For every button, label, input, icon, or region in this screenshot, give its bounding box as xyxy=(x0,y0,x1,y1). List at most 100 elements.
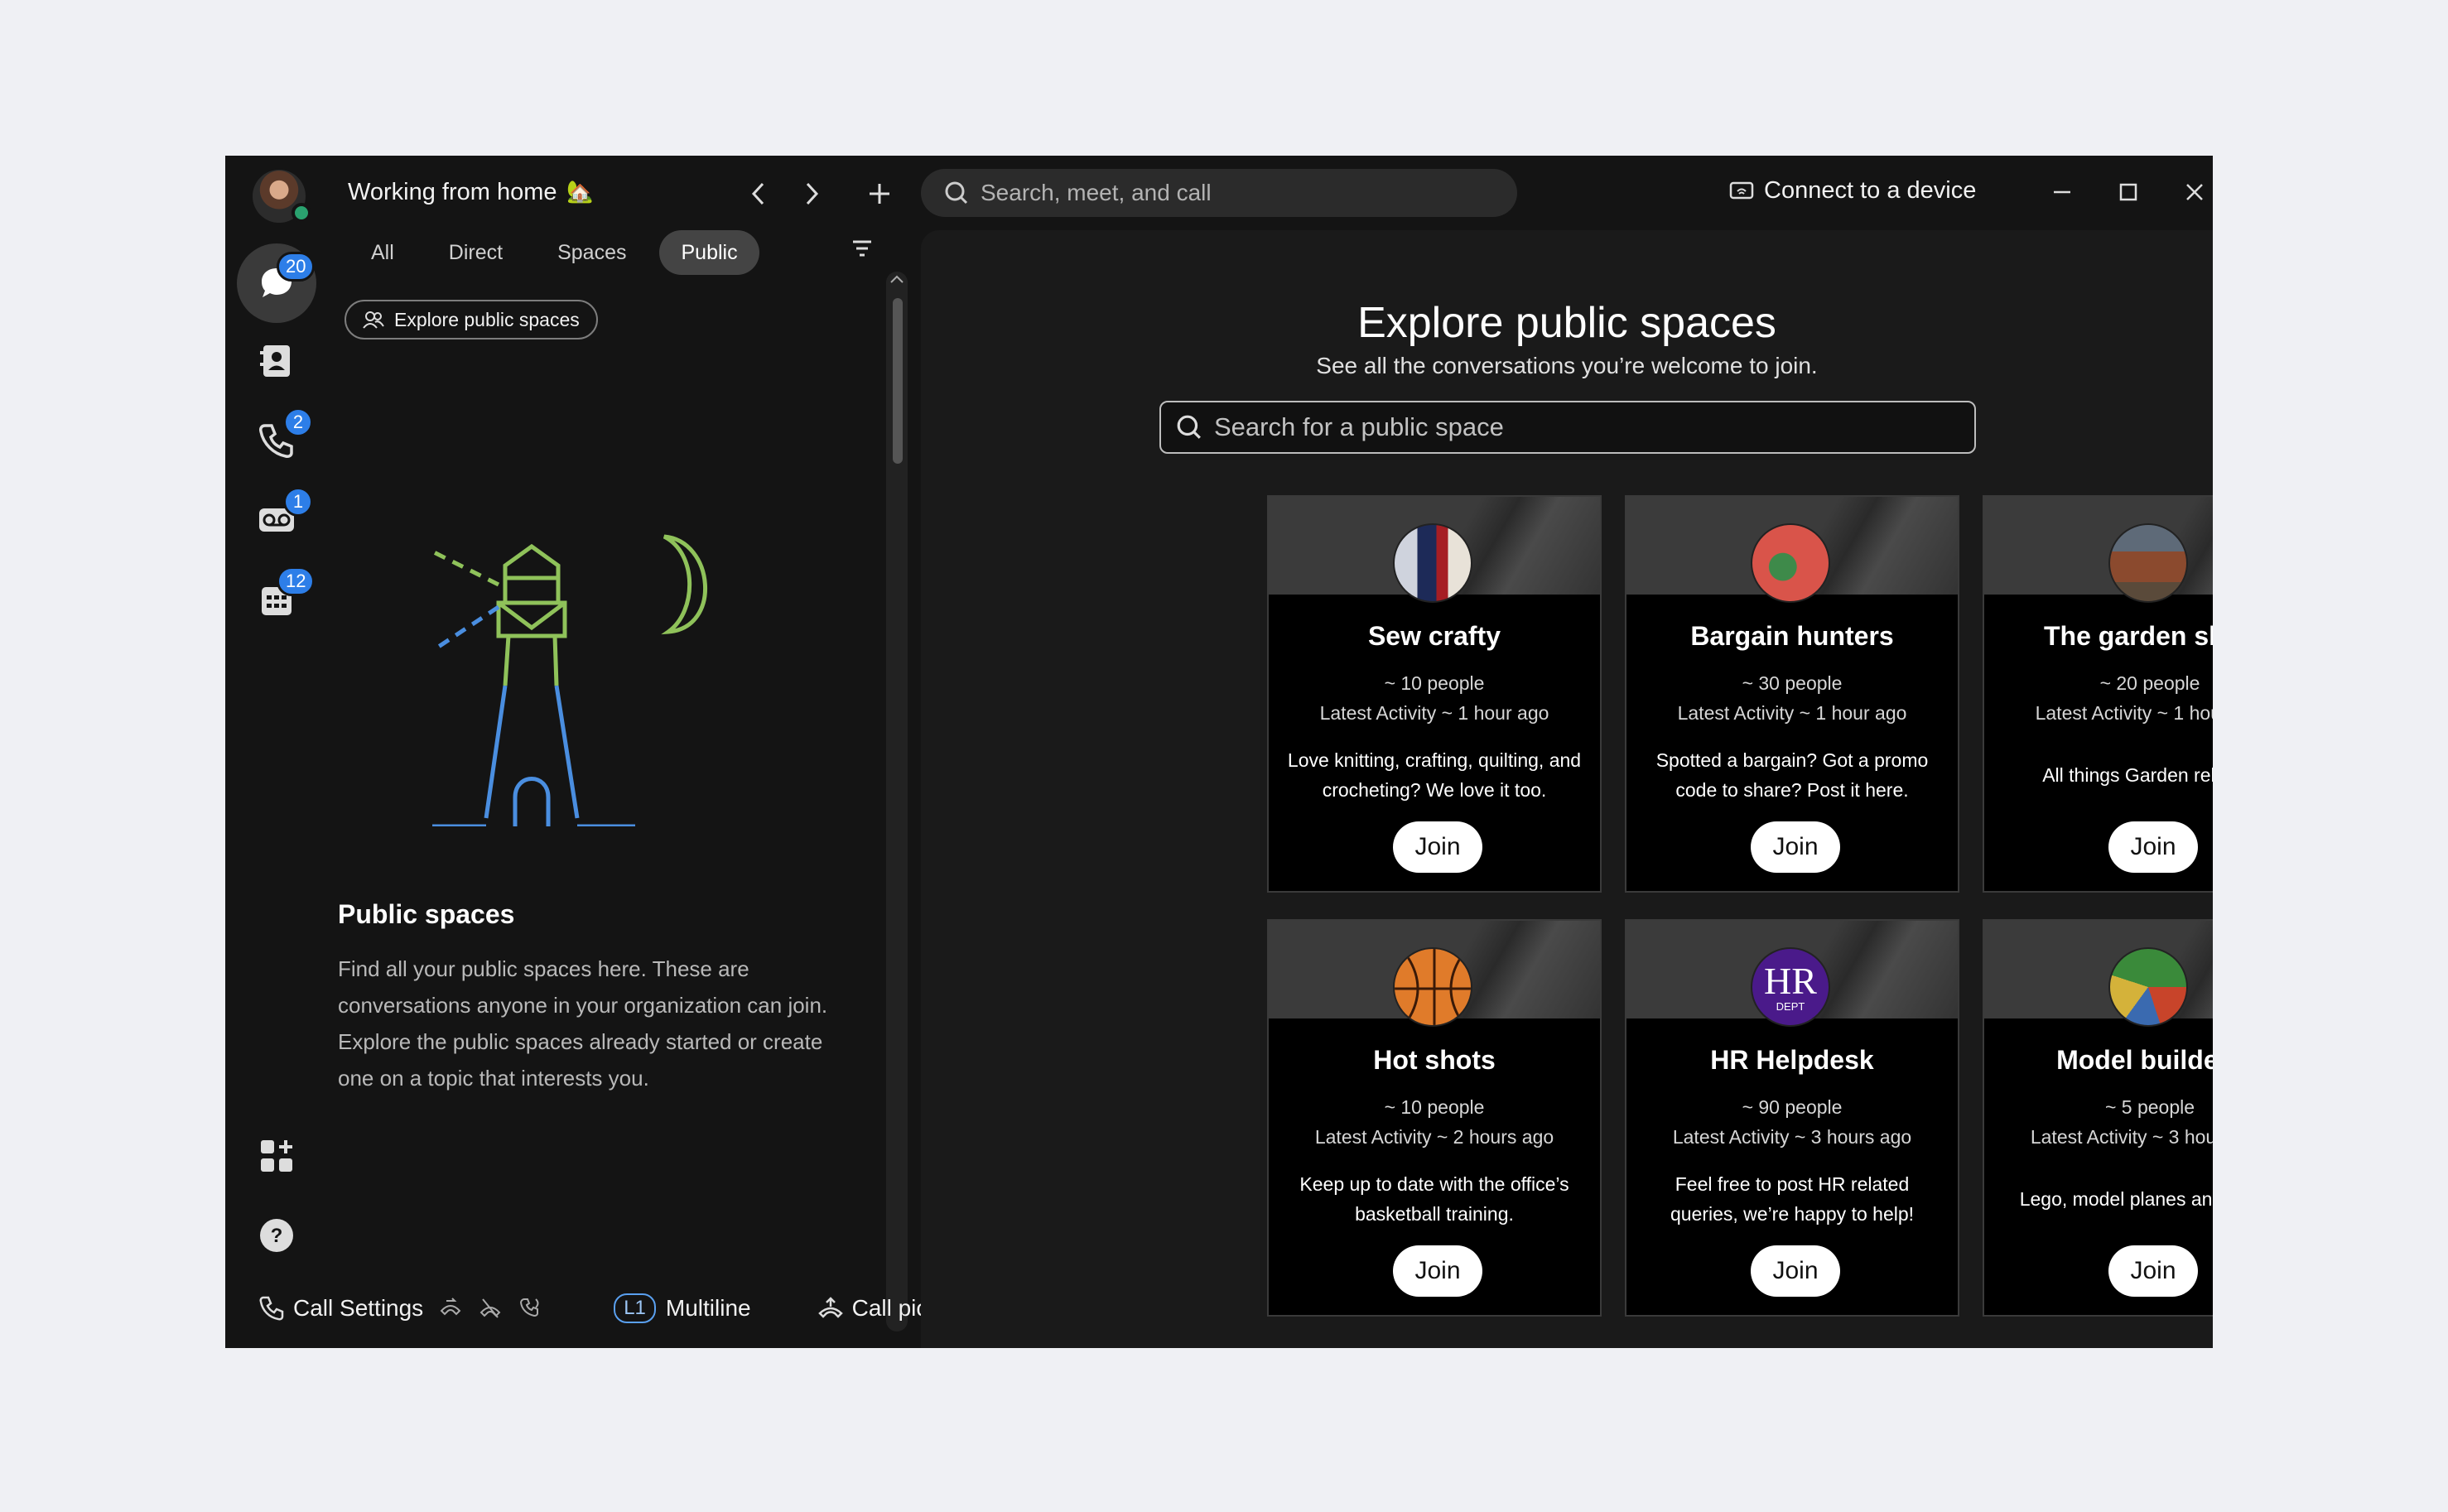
close-icon xyxy=(2186,184,2203,200)
messaging-badge: 20 xyxy=(277,252,316,282)
card-name: Bargain hunters xyxy=(1690,621,1894,651)
tab-direct[interactable]: Direct xyxy=(427,230,524,275)
card-description: All things Garden related, xyxy=(2042,764,2213,786)
back-button[interactable] xyxy=(740,176,777,212)
multiline-button[interactable]: L1 Multiline xyxy=(614,1293,751,1323)
space-card[interactable]: Sew crafty ~ 10 people Latest Activity ~… xyxy=(1267,495,1602,893)
close-button[interactable] xyxy=(2175,172,2213,212)
card-activity: Latest Activity ~ 1 hour ago xyxy=(1319,702,1549,724)
card-people: ~ 5 people xyxy=(2104,1096,2195,1118)
explore-subtitle: See all the conversations you’re welcome… xyxy=(1316,353,1818,378)
search-icon xyxy=(1177,415,1201,439)
rail-apps[interactable] xyxy=(237,1116,316,1196)
single-number-reach-icon[interactable] xyxy=(518,1296,542,1321)
sewing-avatar xyxy=(1393,523,1472,603)
list-scrollbar-thumb[interactable] xyxy=(893,298,903,464)
call-pickup-icon xyxy=(817,1297,843,1318)
join-button[interactable]: Join xyxy=(2108,821,2198,873)
call-settings-button[interactable]: Call Settings xyxy=(258,1295,423,1322)
space-card[interactable]: Model builders ~ 5 people Latest Activit… xyxy=(1983,919,2213,1317)
calling-badge: 2 xyxy=(283,407,313,437)
help-icon: ? xyxy=(260,1219,293,1252)
filter-tabs: All Direct Spaces Public xyxy=(349,230,759,275)
bottom-call-bar: Call Settings L1 Multiline Call pickup xyxy=(258,1293,966,1323)
card-description: Feel free to post HR related queries, we… xyxy=(1670,1173,1915,1225)
join-button[interactable]: Join xyxy=(2108,1245,2198,1297)
line-badge: L1 xyxy=(614,1293,656,1323)
filter-button[interactable] xyxy=(851,238,873,262)
space-card[interactable]: HR DEPT HR Helpdesk ~ 90 people Latest A… xyxy=(1625,919,1959,1317)
search-placeholder: Search, meet, and call xyxy=(981,180,1212,205)
public-space-search-placeholder: Search for a public space xyxy=(1214,412,1504,441)
rail-meetings[interactable]: 12 xyxy=(237,560,316,639)
rail-contacts[interactable] xyxy=(237,321,316,401)
card-description: Love knitting, crafting, quilting, and c… xyxy=(1287,749,1582,801)
join-button[interactable]: Join xyxy=(1393,821,1482,873)
join-button[interactable]: Join xyxy=(1751,821,1840,873)
minimize-button[interactable] xyxy=(2042,172,2082,212)
meetings-badge: 12 xyxy=(277,566,316,596)
card-description: Spotted a bargain? Got a promo code to s… xyxy=(1655,749,1929,801)
join-button[interactable]: Join xyxy=(1751,1245,1840,1297)
svg-text:?: ? xyxy=(271,1225,283,1247)
minimize-icon xyxy=(2054,190,2070,194)
basketball-avatar xyxy=(1393,947,1472,1027)
hr-avatar: HR DEPT xyxy=(1751,947,1830,1027)
chevron-left-icon xyxy=(751,182,764,205)
call-settings-label: Call Settings xyxy=(293,1295,424,1321)
explore-public-spaces-button[interactable]: Explore public spaces xyxy=(345,300,598,339)
people-icon xyxy=(363,311,384,329)
status-text[interactable]: Working from home xyxy=(348,179,557,206)
public-space-search-input[interactable]: Search for a public space xyxy=(1159,401,1976,454)
join-button[interactable]: Join xyxy=(1393,1245,1482,1297)
card-name: Sew crafty xyxy=(1367,621,1501,651)
card-people: ~ 30 people xyxy=(1742,672,1843,694)
do-not-disturb-icon[interactable] xyxy=(478,1296,503,1321)
rail-help[interactable]: ? xyxy=(237,1196,316,1275)
maximize-button[interactable] xyxy=(2108,172,2148,212)
garden-avatar xyxy=(2108,523,2188,603)
apps-icon xyxy=(261,1140,292,1172)
rail-voicemail[interactable]: 1 xyxy=(237,480,316,560)
hr-avatar-text: HR xyxy=(1764,959,1817,1002)
card-name: Model builders xyxy=(2056,1045,2213,1075)
space-card[interactable]: Bargain hunters ~ 30 people Latest Activ… xyxy=(1625,495,1959,893)
bargain-avatar xyxy=(1751,523,1830,603)
explore-title: Explore public spaces xyxy=(1357,299,1776,347)
tab-public[interactable]: Public xyxy=(659,230,759,275)
maximize-icon xyxy=(2119,183,2137,201)
tab-spaces[interactable]: Spaces xyxy=(536,230,648,275)
phone-settings-icon xyxy=(259,1296,284,1321)
global-search-input[interactable]: Search, meet, and call xyxy=(921,169,1517,217)
search-icon xyxy=(945,181,968,205)
forward-call-icon[interactable] xyxy=(438,1296,463,1321)
voicemail-badge: 1 xyxy=(283,487,313,517)
space-card[interactable]: Hot shots ~ 10 people Latest Activity ~ … xyxy=(1267,919,1602,1317)
lighthouse-illustration xyxy=(431,534,707,826)
space-card[interactable]: The garden shed ~ 20 people Latest Activ… xyxy=(1983,495,2213,893)
empty-state-title: Public spaces xyxy=(338,899,515,929)
scroll-up-icon[interactable] xyxy=(889,273,904,285)
card-people: ~ 10 people xyxy=(1384,672,1485,694)
lego-avatar xyxy=(2108,947,2188,1027)
card-activity: Latest Activity ~ 1 hour ago xyxy=(1677,702,1907,724)
contacts-icon xyxy=(260,345,290,377)
presence-indicator xyxy=(292,203,311,223)
forward-button[interactable] xyxy=(793,176,830,212)
tab-all[interactable]: All xyxy=(349,230,416,275)
card-description: Lego, model planes and trains. xyxy=(2019,1188,2213,1210)
card-name: The garden shed xyxy=(2043,621,2213,651)
rail-messaging[interactable]: 20 xyxy=(237,243,316,323)
empty-state-body: Find all your public spaces here. These … xyxy=(338,956,828,1091)
new-button[interactable] xyxy=(861,176,898,212)
card-name: HR Helpdesk xyxy=(1710,1045,1874,1075)
filter-icon xyxy=(853,240,871,257)
plus-icon xyxy=(870,184,889,204)
hr-avatar-subtext: DEPT xyxy=(1776,999,1805,1013)
card-name: Hot shots xyxy=(1373,1045,1496,1075)
status-emoji: 🏡 xyxy=(566,179,594,204)
card-activity: Latest Activity ~ 3 hours ago xyxy=(1672,1126,1912,1148)
connect-device-button[interactable]: Connect to a device xyxy=(1729,177,1976,205)
chevron-right-icon xyxy=(806,182,819,205)
rail-calling[interactable]: 2 xyxy=(237,401,316,480)
